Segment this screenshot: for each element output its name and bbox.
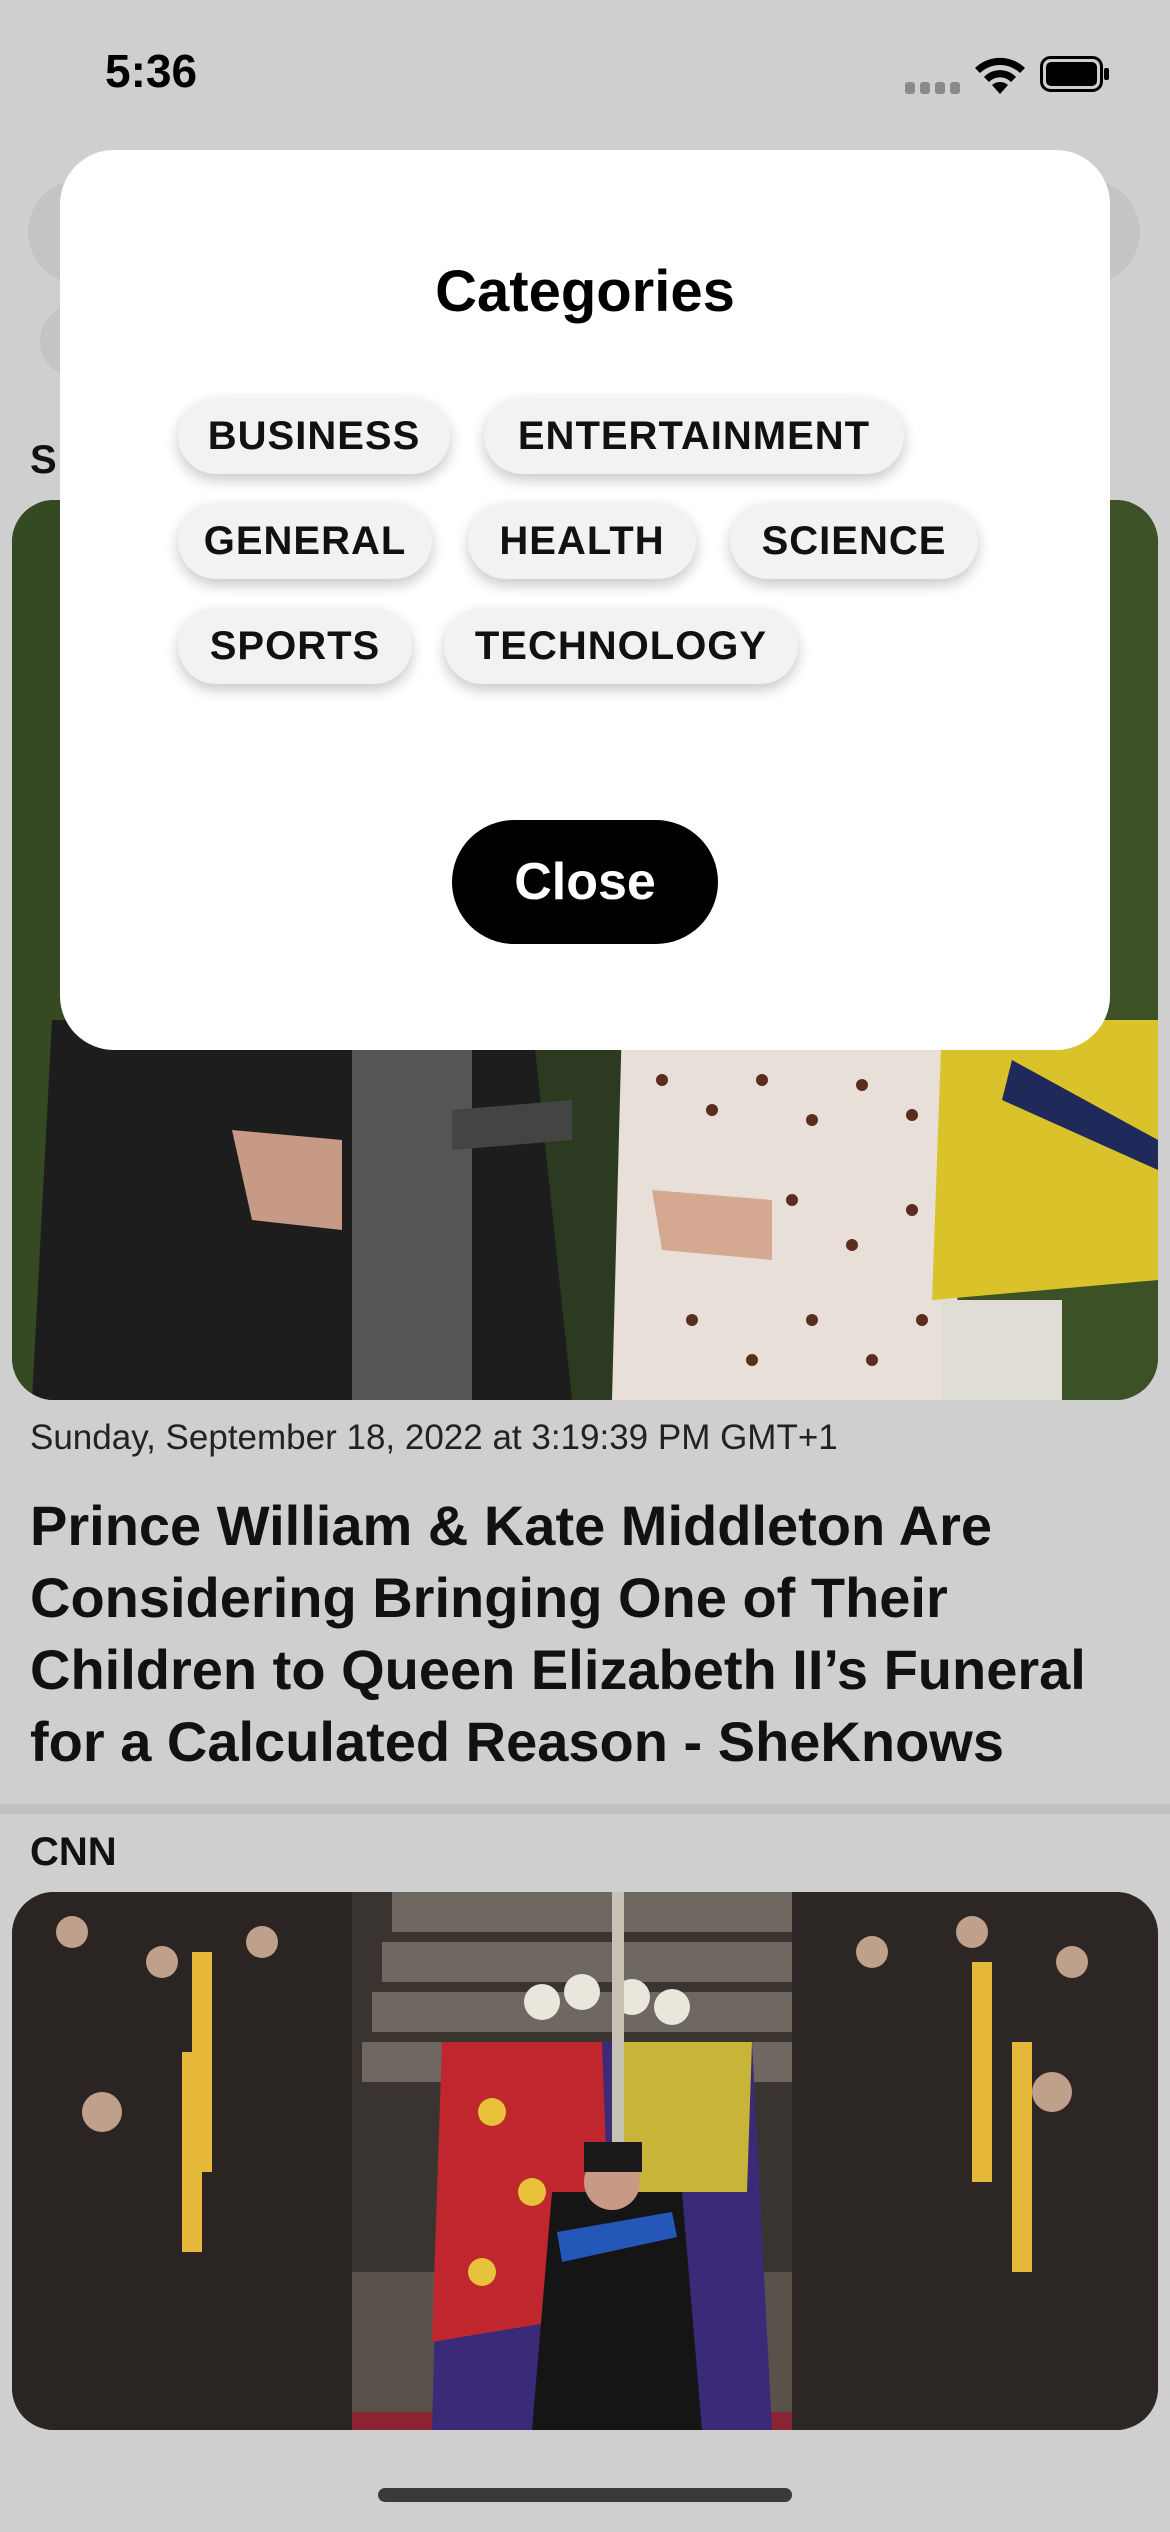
- category-chip-business[interactable]: BUSINESS: [178, 398, 450, 474]
- category-chip-science[interactable]: SCIENCE: [730, 503, 978, 579]
- status-time: 5:36: [105, 45, 198, 97]
- modal-title: Categories: [435, 259, 735, 324]
- status-bar: 5:36: [0, 0, 1170, 150]
- category-chip-entertainment[interactable]: ENTERTAINMENT: [484, 398, 904, 474]
- category-chip-sports[interactable]: SPORTS: [178, 608, 412, 684]
- article-photo-coffin-vigil: [12, 1892, 1158, 2430]
- category-chip-health[interactable]: HEALTH: [468, 503, 696, 579]
- battery-icon: [1040, 56, 1109, 92]
- article-date: Sunday, September 18, 2022 at 3:19:39 PM…: [30, 1418, 838, 1457]
- article-divider: [0, 1804, 1170, 1814]
- cellular-signal-icon: [905, 82, 960, 94]
- categories-modal: Categories BUSINESS ENTERTAINMENT GENERA…: [60, 150, 1110, 1050]
- close-button[interactable]: Close: [452, 820, 718, 944]
- article-image[interactable]: [12, 1892, 1158, 2430]
- category-chip-technology[interactable]: TECHNOLOGY: [444, 608, 798, 684]
- home-indicator[interactable]: [378, 2488, 792, 2502]
- article-title[interactable]: Prince William & Kate Middleton Are Cons…: [30, 1490, 1150, 1778]
- source-label: S: [30, 438, 57, 482]
- category-chip-general[interactable]: GENERAL: [178, 503, 432, 579]
- source-label: CNN: [30, 1830, 117, 1874]
- wifi-icon: [975, 57, 1025, 94]
